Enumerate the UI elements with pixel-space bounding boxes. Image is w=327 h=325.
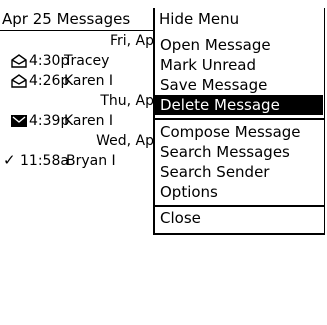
- message-sender: Bryan I: [66, 153, 116, 169]
- message-list-screen: Apr 25 Messages Fri, Ap 4:30p Tracey 4:2…: [0, 0, 327, 325]
- menu-item-search-messages[interactable]: Search Messages: [155, 142, 323, 162]
- list-item[interactable]: 4:26p Karen I: [0, 71, 160, 91]
- list-item[interactable]: 4:30p Tracey: [0, 51, 160, 71]
- message-time: 11:58a: [20, 153, 69, 169]
- date-separator: Thu, Ap: [0, 91, 160, 111]
- hide-menu-item[interactable]: Hide Menu: [159, 8, 239, 30]
- envelope-open-icon: [11, 54, 27, 68]
- context-menu: Hide Menu Open Message Mark Unread Save …: [153, 8, 325, 235]
- menu-item-open-message[interactable]: Open Message: [155, 35, 323, 55]
- envelope-unread-icon: [11, 115, 27, 127]
- date-label: Wed, Ap: [96, 133, 154, 149]
- date-separator: Fri, Ap: [0, 31, 160, 51]
- message-sender: Tracey: [64, 53, 110, 69]
- message-sender: Karen I: [64, 73, 114, 89]
- list-item[interactable]: ✓ 11:58a Bryan I: [0, 151, 160, 171]
- menu-divider: [155, 118, 325, 120]
- menu-item-compose-message[interactable]: Compose Message: [155, 122, 323, 142]
- checkmark-sent-icon: ✓: [3, 151, 16, 169]
- envelope-open-icon: [11, 74, 27, 88]
- menu-item-search-sender[interactable]: Search Sender: [155, 162, 323, 182]
- menu-item-options[interactable]: Options: [155, 182, 323, 202]
- message-sender: Karen I: [64, 113, 114, 129]
- menu-item-close[interactable]: Close: [155, 208, 323, 228]
- date-label: Fri, Ap: [109, 33, 154, 49]
- date-label: Thu, Ap: [100, 93, 154, 109]
- menu-item-mark-unread[interactable]: Mark Unread: [155, 55, 323, 75]
- list-title: Apr 25 Messages: [2, 10, 131, 28]
- menu-item-delete-message[interactable]: Delete Message: [155, 95, 323, 115]
- menu-item-save-message[interactable]: Save Message: [155, 75, 323, 95]
- list-item[interactable]: 4:39p Karen I: [0, 111, 160, 131]
- menu-divider: [155, 205, 325, 207]
- date-separator: Wed, Ap: [0, 131, 160, 151]
